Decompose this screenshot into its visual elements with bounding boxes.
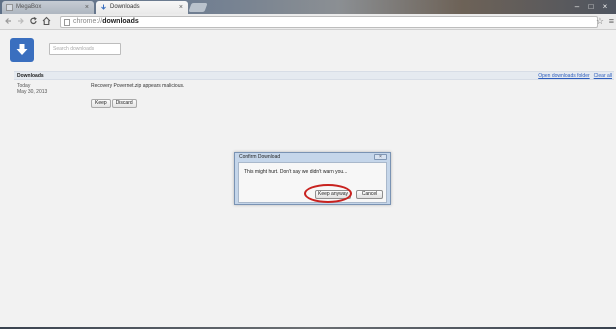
tab-downloads[interactable]: Downloads ×: [96, 1, 188, 14]
minimize-button[interactable]: –: [570, 0, 584, 13]
reload-icon[interactable]: [29, 16, 38, 26]
bookmark-star-icon[interactable]: ☆: [596, 16, 604, 27]
download-arrow-icon: [10, 38, 34, 62]
downloads-section-header: Downloads Open downloads folder Clear all: [14, 71, 614, 80]
tab-close-icon[interactable]: ×: [179, 1, 183, 14]
url-scheme: chrome://: [73, 18, 103, 25]
dialog-titlebar: Confirm Download ×: [235, 153, 390, 162]
cancel-button[interactable]: Cancel: [356, 190, 383, 199]
back-arrow-icon[interactable]: [4, 16, 13, 26]
search-input[interactable]: [49, 43, 121, 55]
tab-megabox[interactable]: MegaBox ×: [2, 1, 94, 14]
close-window-button[interactable]: ×: [598, 0, 612, 13]
date-group: Today May 30, 2013: [17, 83, 47, 95]
page-icon: [64, 19, 70, 26]
new-tab-button[interactable]: [188, 3, 208, 12]
forward-arrow-icon[interactable]: [16, 16, 25, 26]
download-item: Recovery Povernet.zip appears malicious.…: [91, 83, 184, 109]
discard-button[interactable]: Discard: [111, 99, 137, 108]
title-bar: MegaBox × Downloads × – □ ×: [0, 0, 616, 14]
keep-button[interactable]: Keep: [91, 99, 111, 108]
date-full: May 30, 2013: [17, 89, 48, 95]
menu-icon[interactable]: ≡: [609, 16, 614, 26]
address-bar[interactable]: chrome://downloads: [60, 16, 598, 28]
maximize-button[interactable]: □: [584, 0, 598, 13]
open-downloads-folder-link[interactable]: Open downloads folder: [538, 73, 589, 79]
section-title: Downloads: [17, 73, 44, 79]
dialog-body: This might hurt. Don't say we didn't war…: [238, 162, 387, 203]
dialog-close-icon[interactable]: ×: [374, 154, 387, 160]
tab-label: MegaBox: [16, 4, 42, 10]
confirm-download-dialog: Confirm Download × This might hurt. Don'…: [234, 152, 391, 205]
tab-close-icon[interactable]: ×: [85, 1, 89, 14]
dialog-message: This might hurt. Don't say we didn't war…: [244, 169, 348, 175]
keep-anyway-button[interactable]: Keep anyway: [315, 190, 351, 199]
window-controls: – □ ×: [570, 0, 612, 13]
dialog-title: Confirm Download: [239, 154, 281, 160]
url-host: downloads: [102, 18, 139, 25]
page-favicon-icon: [6, 4, 13, 11]
download-warning-message: Recovery Povernet.zip appears malicious.: [91, 83, 185, 89]
download-favicon-icon: [101, 4, 106, 10]
section-links: Open downloads folder Clear all: [534, 72, 612, 80]
browser-toolbar: chrome://downloads ☆ ≡: [0, 14, 616, 30]
home-icon[interactable]: [42, 16, 51, 26]
clear-all-link[interactable]: Clear all: [594, 73, 612, 79]
tab-label: Downloads: [110, 4, 140, 10]
